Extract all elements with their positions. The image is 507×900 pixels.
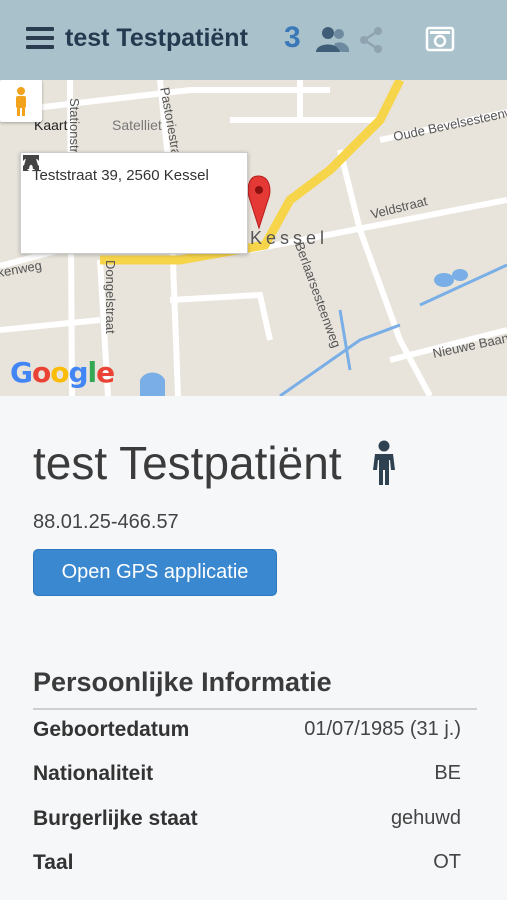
map-type-satellite-button[interactable]: Satelliet xyxy=(112,117,162,133)
info-row: Taal OT xyxy=(33,851,461,881)
info-row: Burgerlijke staat gehuwd xyxy=(33,807,461,837)
section-title: Persoonlijke Informatie xyxy=(33,667,332,697)
address-popup: Teststraat 39, 2560 Kessel xyxy=(20,152,248,254)
group-icon[interactable] xyxy=(314,24,350,54)
info-value: OT xyxy=(433,851,461,873)
header-title: test Testpatiënt xyxy=(65,24,248,52)
info-row: Nationaliteit BE xyxy=(33,762,461,792)
street-label: Dongelstraat xyxy=(103,260,118,334)
info-label: Nationaliteit xyxy=(33,762,154,785)
google-logo: Google xyxy=(10,356,115,389)
caregiver-count[interactable]: 3 xyxy=(284,21,301,55)
section-divider xyxy=(33,708,477,710)
patient-details: test Testpatiënt 88.01.25-466.57 Open GP… xyxy=(0,396,507,900)
expand-icon[interactable] xyxy=(21,153,41,173)
share-icon[interactable] xyxy=(358,26,384,54)
info-label: Taal xyxy=(33,851,74,874)
open-gps-button[interactable]: Open GPS applicatie xyxy=(33,549,277,596)
town-label: Kessel xyxy=(250,228,329,248)
info-row: Geboortedatum 01/07/1985 (31 j.) xyxy=(33,718,461,748)
camera-icon[interactable] xyxy=(425,24,455,54)
info-value: BE xyxy=(434,762,461,784)
info-label: Burgerlijke staat xyxy=(33,807,198,830)
info-value: 01/07/1985 (31 j.) xyxy=(304,718,461,740)
patient-name: test Testpatiënt xyxy=(33,437,342,489)
popup-address: Teststraat 39, 2560 Kessel xyxy=(32,167,209,184)
map-marker-icon xyxy=(247,175,271,230)
map-view[interactable]: Oude Bevelsesteenweg Veldstraat Berlaars… xyxy=(0,80,507,396)
pegman-icon[interactable] xyxy=(0,80,42,122)
patient-id: 88.01.25-466.57 xyxy=(33,511,179,533)
person-icon xyxy=(373,440,395,485)
info-value: gehuwd xyxy=(390,807,461,829)
top-bar: test Testpatiënt 3 xyxy=(0,0,507,80)
menu-icon[interactable] xyxy=(26,27,54,51)
info-label: Geboortedatum xyxy=(33,718,190,741)
